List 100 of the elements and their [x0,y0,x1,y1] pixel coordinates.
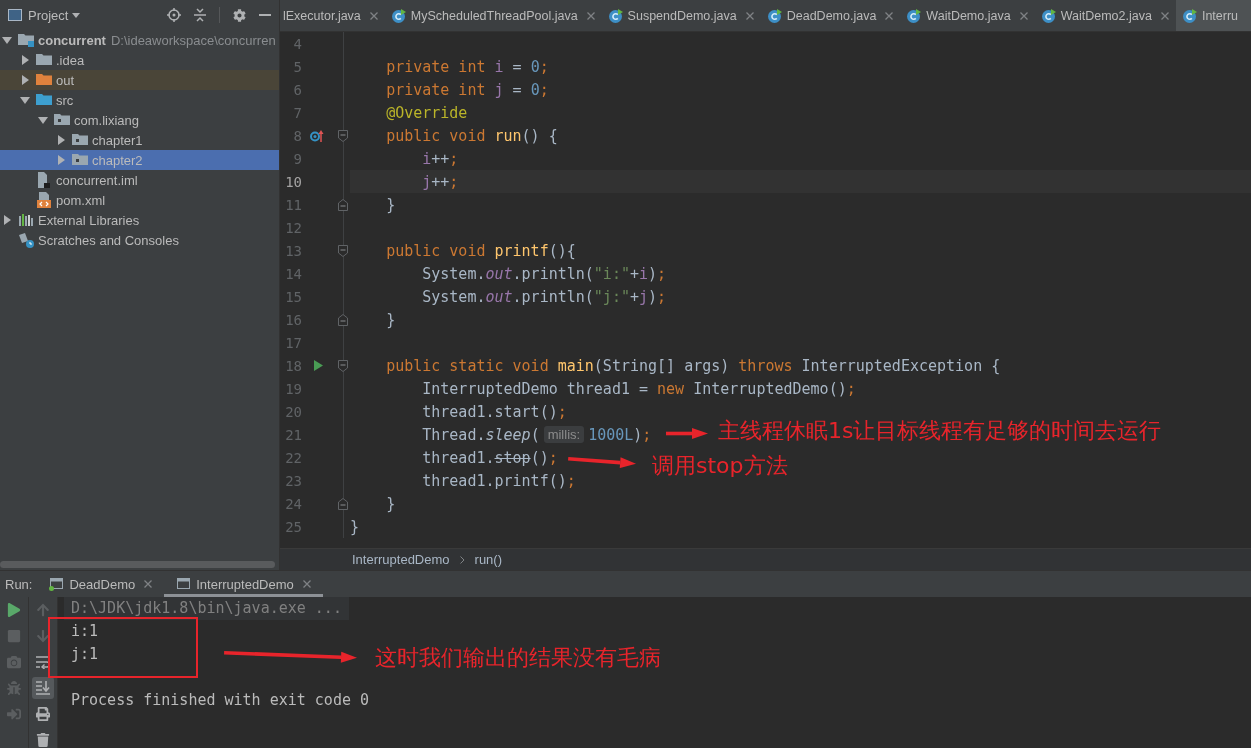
line-number: 10 [285,173,302,190]
folder-icon [72,133,88,147]
tree-item[interactable]: chapter1 [0,130,279,150]
class-icon [767,8,782,23]
parameter-hint: millis: [543,426,585,443]
code-text: j++; [422,172,459,191]
close-icon[interactable] [885,11,894,20]
folder-icon [18,33,34,47]
line-number: 5 [293,58,302,75]
folder-icon [36,93,52,107]
close-icon[interactable] [302,580,311,588]
editor-tab[interactable]: MyScheduledThreadPool.java [384,0,602,31]
code-text: } [386,494,396,513]
editor-tab[interactable]: DeadDemo.java [760,0,901,31]
class-icon [391,8,406,23]
panel-title[interactable]: Project [28,7,69,23]
line-number: 4 [293,35,302,52]
collapse-all-icon[interactable] [194,8,206,22]
scrollbar-thumb[interactable] [0,561,275,568]
editor-tab[interactable]: WaitDemo2.java [1034,0,1176,31]
line-number: 20 [285,403,302,420]
print-icon [36,707,50,721]
code-text: } [350,517,360,536]
scroll-to-end-button[interactable] [32,677,54,699]
collapsed-arrow-icon[interactable] [21,75,29,85]
close-icon[interactable] [1160,11,1169,20]
tree-item[interactable]: concurrent.iml [0,170,279,190]
console-line: j:1 [70,644,100,665]
editor-tab[interactable]: SuspendDemo.java [601,0,761,31]
line-number: 19 [285,380,302,397]
line-number: 16 [285,311,302,328]
tree-item[interactable]: External Libraries [0,210,279,230]
line-number: 14 [285,265,302,282]
fold-icon[interactable] [338,198,348,211]
expanded-arrow-icon[interactable] [20,96,30,104]
code-text: i++; [422,149,459,168]
annotation-text: 主线程休眠1s让目标线程有足够的时间去运行 [718,418,1162,444]
close-icon[interactable] [144,580,153,588]
collapsed-arrow-icon[interactable] [21,55,29,65]
class-icon [1041,8,1056,23]
chevron-icon [459,555,465,564]
expanded-arrow-icon[interactable] [38,116,48,124]
editor-tab[interactable]: Interru [1175,0,1251,31]
arrow [567,457,636,469]
play-icon[interactable] [314,360,323,371]
console-line: Process finished with exit code 0 [70,690,370,711]
tree-item[interactable]: pom.xml [0,190,279,210]
code-text: @Override [386,103,468,122]
settings-icon[interactable] [233,8,246,22]
line-number: 6 [293,81,302,98]
class-icon [1182,8,1197,23]
tree-item[interactable]: out [0,70,279,90]
code-text: InterruptedDemo thread1 = new InterruptedDemo(); [422,379,856,398]
caret-icon[interactable] [72,12,81,18]
close-icon[interactable] [586,11,595,20]
console-line: i:1 [70,621,100,642]
tree-item[interactable]: concurrent D:\ideaworkspace\concurren [0,30,279,50]
editor-tab[interactable]: WaitDemo.java [900,0,1035,31]
close-icon[interactable] [745,11,754,20]
expanded-arrow-icon[interactable] [2,36,12,44]
collapsed-arrow-icon[interactable] [57,135,65,145]
code-text: thread1.printf(); [422,471,576,490]
camera-icon [7,655,21,669]
tree-item[interactable]: Scratches and Consoles [0,230,279,250]
line-number: 12 [285,219,302,236]
fold-icon[interactable] [338,359,348,372]
project-path: D:\ideaworkspace\concurren [110,32,276,48]
run-tab[interactable]: DeadDemo [37,571,165,597]
tree-item[interactable]: com.lixiang [0,110,279,130]
fold-icon[interactable] [338,313,348,326]
fold-icon[interactable] [338,497,348,510]
line-number: 7 [293,104,302,121]
close-icon[interactable] [1019,11,1028,20]
down-arrow-icon [36,629,50,643]
code-text: 1000L); [588,425,652,444]
code-text: Thread.sleep( [422,425,540,444]
ring-arrow-icon[interactable] [310,129,324,142]
fold-icon[interactable] [338,129,348,142]
annotation-text: 这时我们输出的结果没有毛病 [375,645,661,671]
trash-icon [36,733,50,747]
scratch-icon [18,232,34,248]
line-number: 8 [293,127,302,144]
collapsed-arrow-icon[interactable] [3,215,11,225]
breadcrumb-item[interactable]: InterruptedDemo [352,552,450,567]
collapsed-arrow-icon[interactable] [57,155,65,165]
close-icon[interactable] [369,11,378,20]
xml-file-icon [37,192,51,208]
fold-icon[interactable] [338,244,348,257]
wrap-icon [36,655,50,669]
target-icon[interactable] [167,8,181,22]
tree-item[interactable]: src [0,90,279,110]
code-text: private int j = 0; [386,80,549,99]
line-number: 25 [285,518,302,535]
breadcrumb-item[interactable]: run() [474,552,502,567]
up-arrow-icon [36,603,50,617]
editor-tab[interactable]: lExecutor.java [280,0,385,31]
scroll-to-end-icon [36,681,50,695]
code-text: private int i = 0; [386,57,549,76]
panel-icon [8,9,22,21]
tree-item[interactable]: .idea [0,50,279,70]
